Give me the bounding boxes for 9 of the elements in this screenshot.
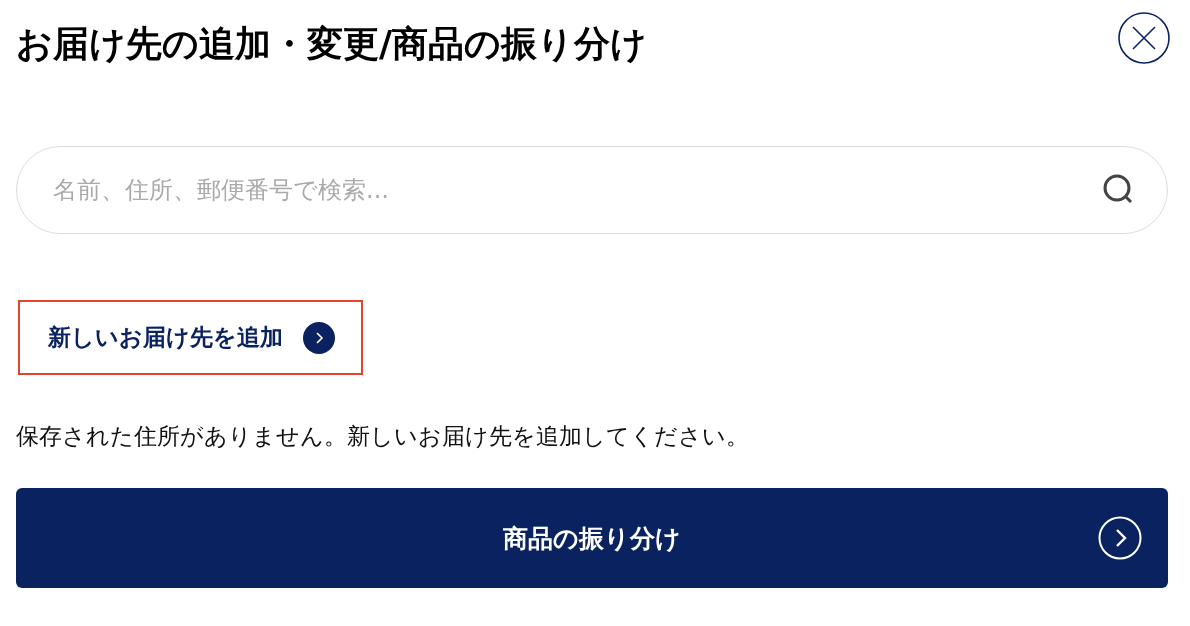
distribute-items-button[interactable]: 商品の振り分け — [16, 488, 1168, 588]
empty-message: 保存された住所がありません。新しいお届け先を追加してください。 — [16, 422, 750, 451]
close-button[interactable] — [1118, 12, 1170, 64]
chevron-circle-icon — [1098, 516, 1142, 560]
chevron-circle-icon — [303, 321, 335, 354]
search-field[interactable]: 名前、住所、郵便番号で検索... — [16, 146, 1168, 234]
dialog-title: お届け先の追加・変更/商品の振り分け — [16, 21, 648, 66]
add-address-link[interactable]: 新しいお届け先を追加 — [18, 300, 363, 375]
close-icon — [1118, 12, 1170, 64]
